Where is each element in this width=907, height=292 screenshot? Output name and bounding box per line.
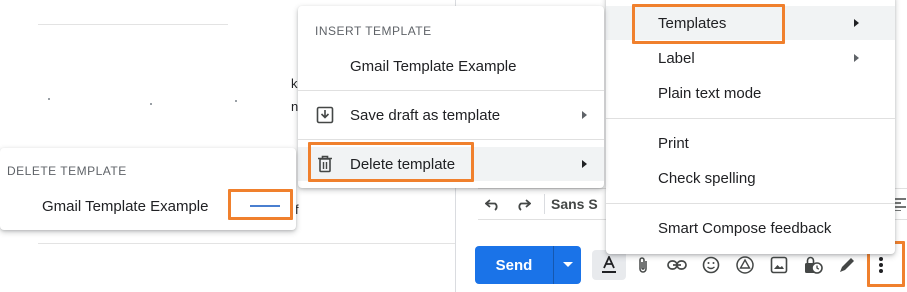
font-family-select[interactable]: Sans S (551, 196, 598, 212)
background-divider (38, 24, 228, 25)
background-mark (235, 100, 237, 102)
attach-file-icon[interactable] (626, 250, 660, 280)
background-mark (48, 98, 50, 100)
formatting-options-icon[interactable] (592, 250, 626, 280)
menu-item-insert-template[interactable]: Gmail Template Example (298, 49, 604, 83)
send-button[interactable]: Send (475, 246, 553, 284)
highlight-box-delete-action (228, 189, 293, 220)
undo-icon[interactable] (478, 189, 508, 219)
menu-item-label: Save draft as template (350, 106, 501, 124)
google-drive-icon[interactable] (728, 250, 762, 280)
chevron-down-icon (562, 262, 573, 267)
background-mark (150, 103, 152, 105)
signature-icon[interactable] (830, 250, 864, 280)
submenu-arrow-icon (582, 160, 587, 168)
menu-item-label: Label (658, 49, 695, 67)
screen: k n f ur Sans S Send (0, 0, 907, 292)
menu-divider (606, 203, 895, 204)
highlight-box-delete-template (308, 142, 474, 182)
menu-item-label: Smart Compose feedback (658, 219, 832, 237)
menu-item-plain-text-mode[interactable]: Plain text mode (606, 76, 895, 110)
menu-item-smart-compose-feedback[interactable]: Smart Compose feedback (606, 211, 895, 245)
submenu-arrow-icon (582, 111, 587, 119)
menu-item-label: Plain text mode (658, 84, 762, 102)
menu-item-label: Gmail Template Example (42, 197, 209, 215)
send-button-group: Send (475, 246, 581, 284)
menu-item-label: Print (658, 134, 689, 152)
redo-icon[interactable] (508, 189, 538, 219)
menu-item-print[interactable]: Print (606, 126, 895, 160)
background-divider (38, 243, 456, 244)
menu-divider (298, 139, 604, 140)
menu-item-save-draft-as-template[interactable]: Save draft as template (298, 98, 604, 132)
menu-item-label: Check spelling (658, 169, 756, 187)
insert-link-icon[interactable] (660, 250, 694, 280)
menu-item-check-spelling[interactable]: Check spelling (606, 161, 895, 195)
menu-section-header: INSERT TEMPLATE (315, 24, 432, 38)
send-options-button[interactable] (553, 246, 581, 284)
background-text: k (291, 76, 298, 91)
menu-divider (606, 118, 895, 119)
emoji-icon[interactable] (694, 250, 728, 280)
submenu-arrow-icon (854, 19, 859, 27)
confidential-mode-icon[interactable] (796, 250, 830, 280)
highlight-box-templates (632, 4, 785, 44)
save-draft-icon (316, 106, 334, 128)
compose-bottom-toolbar (592, 250, 898, 280)
menu-item-label: Gmail Template Example (350, 57, 517, 75)
menu-divider (298, 90, 604, 91)
toolbar-separator (544, 194, 545, 214)
menu-item-label-submenu[interactable]: Label (606, 41, 895, 75)
insert-photo-icon[interactable] (762, 250, 796, 280)
menu-section-header: DELETE TEMPLATE (7, 164, 127, 178)
submenu-arrow-icon (854, 54, 859, 62)
